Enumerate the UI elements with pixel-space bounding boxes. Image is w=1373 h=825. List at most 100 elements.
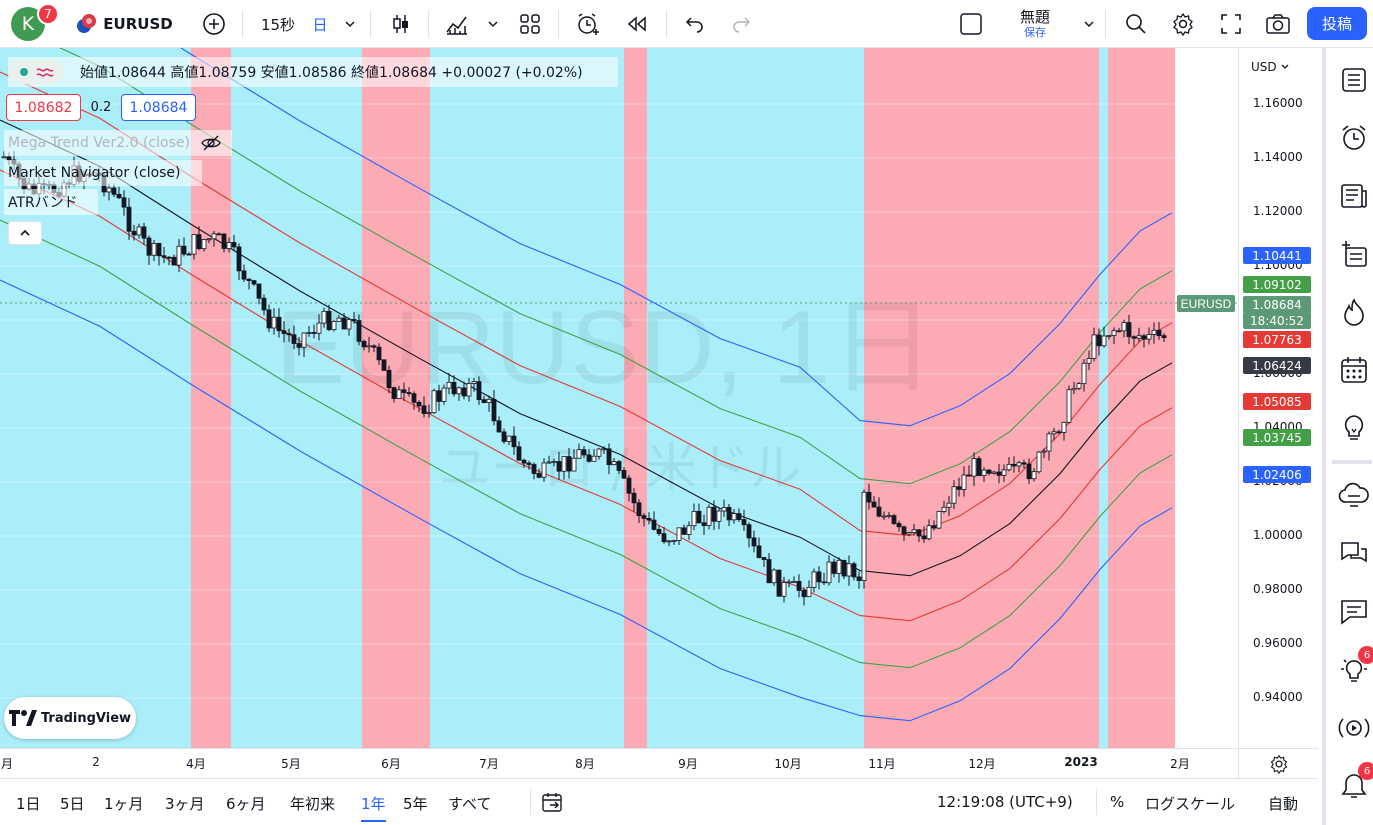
candle-body — [826, 561, 832, 584]
candle-body — [411, 393, 417, 403]
candle-body — [1, 156, 7, 159]
sell-button[interactable]: 1.08682 — [6, 94, 81, 121]
range-button[interactable]: 5年 — [403, 793, 428, 814]
price-tick: 1.00000 — [1253, 528, 1303, 542]
watchlist-icon — [1342, 68, 1366, 92]
range-button[interactable]: すべて — [448, 793, 491, 814]
minds-button[interactable] — [1334, 476, 1373, 516]
undo-button[interactable] — [678, 0, 712, 48]
range-button[interactable]: 1日 — [16, 793, 41, 814]
candle-body — [396, 389, 402, 399]
indicator-legend-3[interactable]: ATRバンド — [4, 189, 98, 215]
post-button[interactable]: 投稿 — [1307, 7, 1367, 40]
search-button[interactable] — [1119, 0, 1153, 48]
replay-button[interactable] — [620, 0, 654, 48]
snapshot-button[interactable] — [1261, 0, 1295, 48]
collapse-legend-button[interactable] — [8, 221, 42, 245]
tv-logo-icon — [8, 710, 37, 726]
indicator-name: ATRバンド — [8, 195, 78, 211]
settings-button[interactable] — [1166, 0, 1200, 48]
tradingview-logo[interactable]: TradingView — [4, 697, 136, 739]
ideas-button[interactable] — [1334, 408, 1373, 448]
candle-body — [316, 322, 322, 334]
indicators-button[interactable] — [440, 0, 474, 48]
hotlists-button[interactable] — [1334, 292, 1373, 332]
candle-body — [1011, 463, 1017, 467]
redo-button[interactable] — [724, 0, 758, 48]
range-button[interactable]: 年初来 — [290, 793, 335, 814]
notifications-button[interactable]: 6 — [1334, 762, 1373, 806]
candle-body — [421, 405, 427, 414]
candle-body — [461, 387, 467, 397]
axis-settings-button[interactable] — [1238, 748, 1318, 778]
candle-body — [1116, 330, 1122, 333]
candle-body — [171, 256, 177, 266]
add-list-button[interactable] — [1334, 234, 1373, 274]
alerts-panel-button[interactable] — [1334, 118, 1373, 158]
grid-layout-icon — [520, 14, 540, 34]
lightbulb-icon — [1344, 415, 1364, 440]
percent-toggle[interactable]: % — [1110, 793, 1124, 811]
alert-button[interactable] — [571, 0, 605, 48]
range-button[interactable]: 6ヶ月 — [226, 793, 266, 814]
watchlist-button[interactable] — [1334, 60, 1373, 100]
indicator-legend-1[interactable]: Mega Trend Ver2.0 (close) — [4, 130, 232, 156]
auto-scale-toggle[interactable]: 自動 — [1268, 793, 1298, 814]
layout-button[interactable] — [513, 0, 547, 48]
indicator-legend-2[interactable]: Market Navigator (close) — [4, 160, 202, 186]
streams-button[interactable] — [1334, 708, 1373, 748]
candle-body — [436, 390, 442, 402]
range-button[interactable]: 1年 — [361, 793, 386, 822]
add-symbol-button[interactable] — [197, 0, 231, 48]
layout-dropdown[interactable] — [1078, 0, 1100, 48]
range-button[interactable]: 5日 — [60, 793, 85, 814]
square-icon — [960, 13, 982, 35]
candle-body — [366, 345, 372, 348]
candle-body — [891, 515, 897, 524]
candle-body — [1101, 335, 1107, 347]
goto-date-button[interactable] — [541, 791, 565, 817]
interval-button[interactable]: 15秒 — [256, 0, 300, 48]
symbol-search-button[interactable]: EURUSD — [74, 0, 174, 48]
ideas-stream-button[interactable]: 6 — [1334, 646, 1373, 690]
calendar-button[interactable] — [1334, 350, 1373, 390]
time-axis[interactable]: 月 2 4月 5月 6月 7月 8月 9月 10月 11月 12月 2023 2月 — [0, 748, 1238, 778]
select-layout-checkbox[interactable] — [954, 0, 988, 48]
hidden-eye-icon[interactable] — [200, 134, 222, 152]
candle-body — [1131, 336, 1137, 339]
clock-label[interactable]: 12:19:08 (UTC+9) — [937, 793, 1073, 811]
price-label: 1.03745 — [1243, 429, 1311, 446]
candle-body — [1076, 383, 1082, 389]
news-button[interactable] — [1334, 176, 1373, 216]
wave-icon — [36, 68, 54, 77]
layout-name-button[interactable]: 無題 保存 — [1000, 0, 1070, 48]
buy-button[interactable]: 1.08684 — [121, 94, 196, 121]
indicators-dropdown[interactable] — [483, 0, 503, 48]
log-scale-toggle[interactable]: ログスケール — [1145, 793, 1235, 814]
currency-selector[interactable]: USD — [1251, 60, 1290, 74]
time-tick: 12月 — [968, 757, 996, 771]
messages-button[interactable] — [1334, 592, 1373, 632]
range-button[interactable]: 1ヶ月 — [104, 793, 144, 814]
candle-body — [966, 474, 972, 477]
candle-body — [276, 316, 282, 332]
flag-icon — [77, 14, 97, 33]
price-axis[interactable]: USD 1.160001.140001.120001.100001.080001… — [1238, 48, 1318, 748]
daily-interval-button[interactable]: 日 — [305, 0, 335, 48]
range-button[interactable]: 3ヶ月 — [165, 793, 205, 814]
visibility-toggle[interactable] — [8, 60, 64, 84]
candle-body — [681, 527, 687, 535]
notifications-badge: 6 — [1358, 762, 1373, 780]
fullscreen-button[interactable] — [1214, 0, 1248, 48]
candle-body — [771, 569, 777, 584]
interval-dropdown[interactable] — [338, 0, 362, 48]
candle-body — [741, 519, 747, 526]
candle-body — [996, 471, 1002, 476]
candle-body — [161, 255, 167, 258]
candle-body — [466, 383, 472, 397]
chart-type-button[interactable] — [384, 0, 418, 48]
save-label: 保存 — [1024, 26, 1046, 39]
chats-button[interactable] — [1334, 534, 1373, 574]
candle-body — [876, 506, 882, 517]
candle-body — [336, 317, 342, 322]
